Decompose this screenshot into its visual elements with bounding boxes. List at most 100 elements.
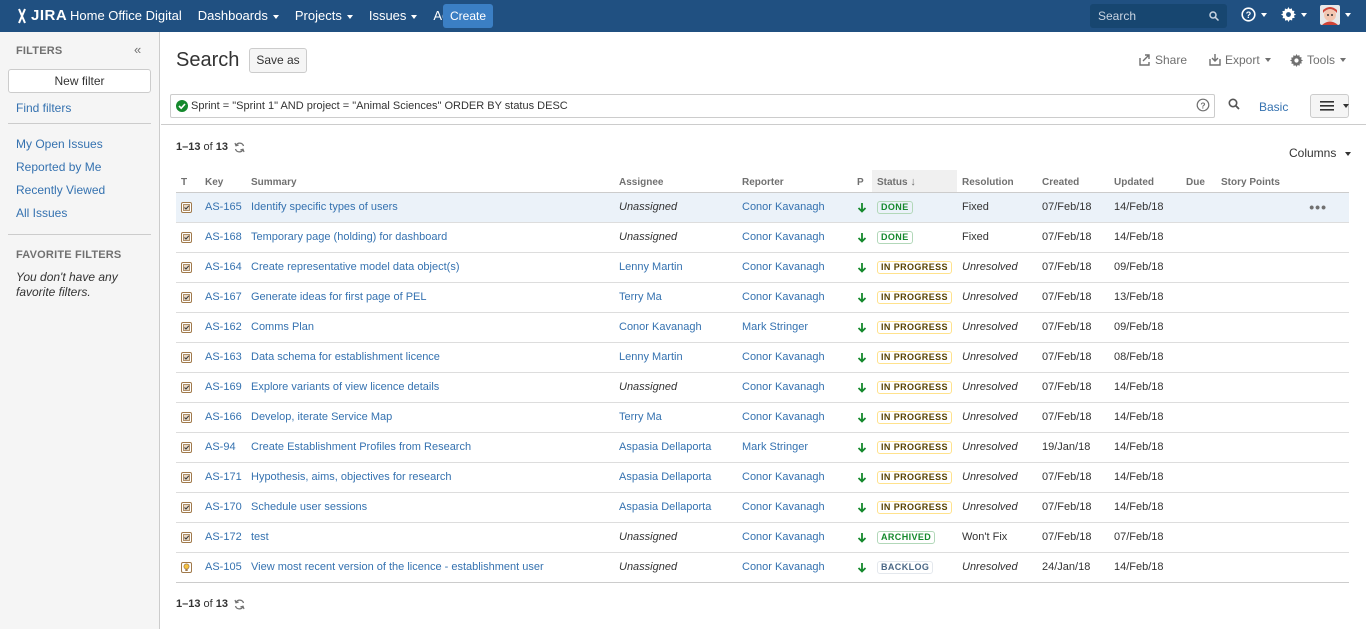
issue-key[interactable]: AS-162	[200, 312, 246, 343]
table-row[interactable]: AS-165 Identify specific types of users Un…	[176, 192, 1349, 223]
table-row[interactable]: AS-94 Create Establishment Profiles from …	[176, 432, 1349, 463]
column-header-due[interactable]: Due	[1181, 170, 1216, 193]
columns-button[interactable]: Columns	[1289, 146, 1351, 160]
issue-key[interactable]: AS-167	[200, 282, 246, 313]
issue-assignee[interactable]: Aspasia Dellaporta	[614, 492, 737, 523]
issue-assignee[interactable]: Terry Ma	[614, 282, 737, 313]
create-button[interactable]: Create	[443, 4, 493, 28]
issue-assignee[interactable]: Lenny Martin	[614, 342, 737, 373]
issue-summary[interactable]: Identify specific types of users	[246, 192, 614, 223]
issue-reporter[interactable]: Conor Kavanagh	[737, 342, 852, 373]
tools-button[interactable]: Tools	[1290, 53, 1347, 67]
search-icon[interactable]	[1228, 98, 1240, 110]
issue-key[interactable]: AS-169	[200, 372, 246, 403]
issue-summary[interactable]: Create representative model data object(…	[246, 252, 614, 283]
issue-summary[interactable]: Data schema for establishment licence	[246, 342, 614, 373]
issue-assignee[interactable]: Conor Kavanagh	[614, 312, 737, 343]
refresh-icon[interactable]	[234, 598, 245, 610]
issue-assignee[interactable]: Aspasia Dellaporta	[614, 432, 737, 463]
issue-reporter[interactable]: Conor Kavanagh	[737, 522, 852, 553]
help-icon[interactable]: ?	[1196, 98, 1210, 112]
issue-reporter[interactable]: Conor Kavanagh	[737, 282, 852, 313]
filter-reported-by-me[interactable]: Reported by Me	[16, 160, 101, 174]
issue-summary[interactable]: Temporary page (holding) for dashboard	[246, 222, 614, 253]
collapse-sidebar-icon[interactable]: «	[134, 42, 141, 57]
column-header-reporter[interactable]: Reporter	[737, 170, 852, 193]
column-header-type[interactable]: T	[176, 170, 200, 193]
issue-assignee[interactable]: Aspasia Dellaporta	[614, 462, 737, 493]
save-as-button[interactable]: Save as	[249, 48, 307, 73]
issue-summary[interactable]: Hypothesis, aims, objectives for researc…	[246, 462, 614, 493]
table-row[interactable]: AS-163 Data schema for establishment lice…	[176, 342, 1349, 373]
issue-reporter[interactable]: Conor Kavanagh	[737, 222, 852, 253]
column-header-status[interactable]: Status ↓	[872, 170, 957, 193]
column-header-story-points[interactable]: Story Points	[1216, 170, 1349, 193]
jql-query-input[interactable]	[191, 97, 1191, 115]
jira-logo[interactable]: JIRA	[15, 7, 67, 24]
export-button[interactable]: Export	[1209, 53, 1271, 67]
table-row[interactable]: AS-172 test Unassigned Conor Kavanagh ARCHIV…	[176, 522, 1349, 553]
issue-summary[interactable]: View most recent version of the licence …	[246, 552, 614, 583]
table-row[interactable]: AS-105 View most recent version of the li…	[176, 552, 1349, 583]
issue-reporter[interactable]: Conor Kavanagh	[737, 372, 852, 403]
table-row[interactable]: AS-166 Develop, iterate Service Map Terry …	[176, 402, 1349, 433]
top-nav-item-dashboards[interactable]: Dashboards	[190, 0, 287, 32]
issue-key[interactable]: AS-165	[200, 192, 246, 223]
column-header-summary[interactable]: Summary	[246, 170, 614, 193]
column-header-key[interactable]: Key	[200, 170, 246, 193]
table-row[interactable]: AS-167 Generate ideas for first page of P…	[176, 282, 1349, 313]
issue-summary[interactable]: Generate ideas for first page of PEL	[246, 282, 614, 313]
top-nav-item-issues[interactable]: Issues	[361, 0, 426, 32]
issue-key[interactable]: AS-168	[200, 222, 246, 253]
table-row[interactable]: AS-170 Schedule user sessions Aspasia Dell…	[176, 492, 1349, 523]
issue-key[interactable]: AS-171	[200, 462, 246, 493]
issue-key[interactable]: AS-170	[200, 492, 246, 523]
top-nav-item-projects[interactable]: Projects	[287, 0, 361, 32]
issue-reporter[interactable]: Conor Kavanagh	[737, 492, 852, 523]
issue-summary[interactable]: Develop, iterate Service Map	[246, 402, 614, 433]
basic-search-link[interactable]: Basic	[1259, 100, 1288, 114]
issue-assignee[interactable]: Lenny Martin	[614, 252, 737, 283]
issue-reporter[interactable]: Conor Kavanagh	[737, 252, 852, 283]
issue-key[interactable]: AS-94	[200, 432, 246, 463]
help-menu[interactable]: ?	[1241, 7, 1267, 22]
jql-query-box[interactable]: ?	[170, 94, 1215, 118]
new-filter-button[interactable]: New filter	[8, 69, 151, 93]
more-actions-icon[interactable]: •••	[1309, 199, 1327, 215]
column-header-assignee[interactable]: Assignee	[614, 170, 737, 193]
issue-reporter[interactable]: Conor Kavanagh	[737, 552, 852, 583]
issue-key[interactable]: AS-166	[200, 402, 246, 433]
column-header-priority[interactable]: P	[852, 170, 872, 193]
refresh-icon[interactable]	[234, 141, 245, 153]
user-menu[interactable]	[1320, 5, 1351, 25]
column-header-resolution[interactable]: Resolution	[957, 170, 1037, 193]
search-icon[interactable]	[1209, 11, 1219, 21]
filter-recently-viewed[interactable]: Recently Viewed	[16, 183, 105, 197]
issue-assignee[interactable]: Terry Ma	[614, 402, 737, 433]
issue-summary[interactable]: test	[246, 522, 614, 553]
filter-all-issues[interactable]: All Issues	[16, 206, 67, 220]
layout-switcher-button[interactable]	[1310, 94, 1349, 118]
table-row[interactable]: AS-168 Temporary page (holding) for dashb…	[176, 222, 1349, 253]
issue-summary[interactable]: Create Establishment Profiles from Resea…	[246, 432, 614, 463]
column-header-updated[interactable]: Updated	[1109, 170, 1181, 193]
share-button[interactable]: Share	[1139, 53, 1187, 67]
issue-key[interactable]: AS-172	[200, 522, 246, 553]
table-row[interactable]: AS-171 Hypothesis, aims, objectives for r…	[176, 462, 1349, 493]
table-row[interactable]: AS-164 Create representative model data o…	[176, 252, 1349, 283]
issue-key[interactable]: AS-164	[200, 252, 246, 283]
issue-reporter[interactable]: Conor Kavanagh	[737, 402, 852, 433]
find-filters-link[interactable]: Find filters	[16, 101, 71, 115]
header-search-input[interactable]	[1090, 4, 1210, 28]
table-row[interactable]: AS-162 Comms Plan Conor Kavanagh Mark Strin…	[176, 312, 1349, 343]
column-header-created[interactable]: Created	[1037, 170, 1109, 193]
header-search[interactable]	[1090, 4, 1227, 28]
table-row[interactable]: AS-169 Explore variants of view licence d…	[176, 372, 1349, 403]
issue-reporter[interactable]: Conor Kavanagh	[737, 192, 852, 223]
issue-reporter[interactable]: Mark Stringer	[737, 432, 852, 463]
issue-key[interactable]: AS-163	[200, 342, 246, 373]
issue-summary[interactable]: Comms Plan	[246, 312, 614, 343]
issue-summary[interactable]: Explore variants of view licence details	[246, 372, 614, 403]
filter-my-open-issues[interactable]: My Open Issues	[16, 137, 103, 151]
admin-menu[interactable]	[1281, 7, 1307, 22]
